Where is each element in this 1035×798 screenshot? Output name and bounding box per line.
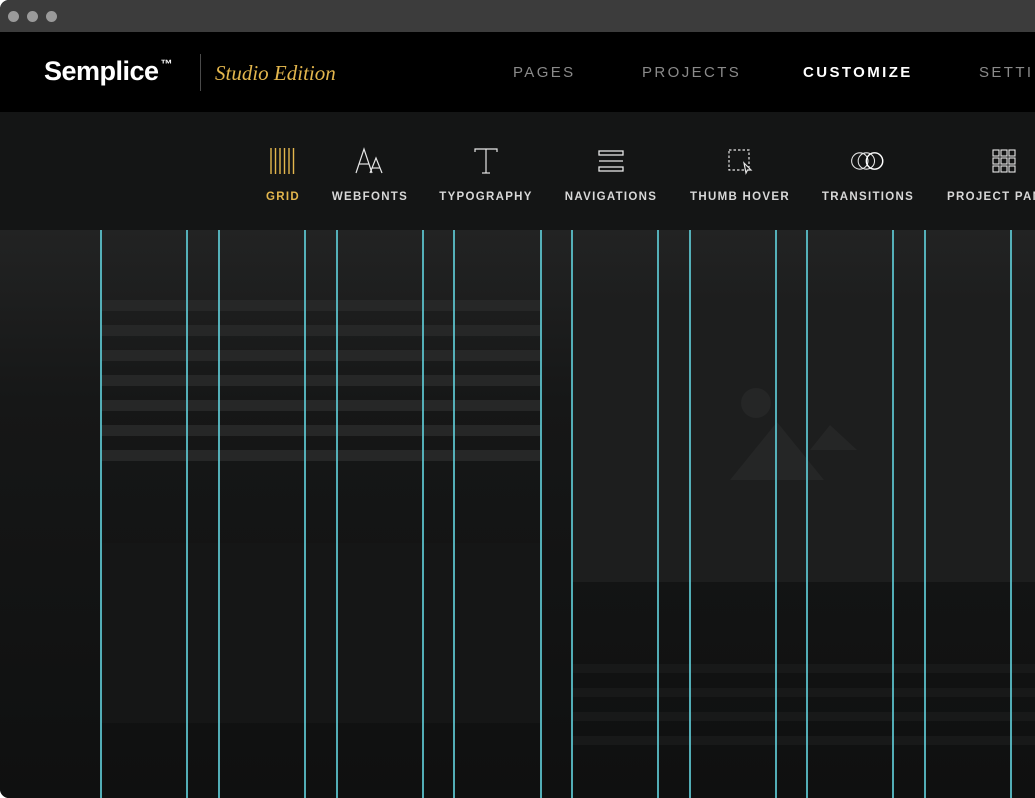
tool-label: PROJECT PAN xyxy=(947,191,1035,203)
placeholder-text-line xyxy=(572,664,1035,673)
grid-column-guide xyxy=(806,230,808,798)
placeholder-text-line xyxy=(101,425,541,436)
navigations-icon xyxy=(593,145,629,177)
grid-column-guide xyxy=(422,230,424,798)
window-titlebar xyxy=(0,0,1035,32)
thumb-hover-icon xyxy=(722,145,758,177)
grid-column-guide xyxy=(924,230,926,798)
brand-name: Semplice xyxy=(44,56,159,86)
tool-typography[interactable]: TYPOGRAPHY xyxy=(439,112,533,230)
placeholder-image xyxy=(101,543,541,723)
tool-label: THUMB HOVER xyxy=(690,191,790,203)
top-navigation-bar: Semplice ™ Studio Edition PAGES PROJECTS … xyxy=(0,32,1035,112)
grid-column-guide xyxy=(304,230,306,798)
nav-item-settings[interactable]: SETTI xyxy=(979,64,1034,81)
grid-column-guide xyxy=(1010,230,1012,798)
placeholder-image xyxy=(572,300,1035,582)
tool-transitions[interactable]: TRANSITIONS xyxy=(821,112,915,230)
placeholder-text-line xyxy=(101,325,541,336)
placeholder-text-line xyxy=(101,375,541,386)
grid-preview-canvas xyxy=(0,230,1035,798)
tool-thumb-hover[interactable]: THUMB HOVER xyxy=(689,112,791,230)
tool-webfonts[interactable]: WEBFONTS xyxy=(330,112,410,230)
placeholder-text-line xyxy=(572,736,1035,745)
placeholder-text-line xyxy=(101,450,541,461)
grid-column-guide xyxy=(218,230,220,798)
tool-grid[interactable]: GRID xyxy=(251,112,315,230)
webfonts-icon xyxy=(352,145,388,177)
customize-toolbar: GRID WEBFONTS TYPOGRAPHY NAVIGATIONS THU… xyxy=(0,112,1035,230)
typography-icon xyxy=(468,145,504,177)
tool-project-panel[interactable]: PROJECT PAN xyxy=(944,112,1035,230)
tool-label: GRID xyxy=(266,191,300,203)
tool-navigations[interactable]: NAVIGATIONS xyxy=(563,112,659,230)
grid-column-guide xyxy=(689,230,691,798)
placeholder-text-line xyxy=(101,350,541,361)
placeholder-text-line xyxy=(101,400,541,411)
placeholder-text-line xyxy=(572,712,1035,721)
brand-logo[interactable]: Semplice ™ xyxy=(44,56,173,87)
nav-item-projects[interactable]: PROJECTS xyxy=(642,64,741,81)
logo-divider xyxy=(200,54,201,91)
trademark-symbol: ™ xyxy=(160,57,173,71)
transitions-icon xyxy=(850,145,886,177)
grid-icon xyxy=(265,145,301,177)
image-placeholder-icon xyxy=(730,388,857,480)
placeholder-text-line xyxy=(572,688,1035,697)
grid-column-guide xyxy=(657,230,659,798)
placeholder-text-line xyxy=(101,300,541,311)
tool-label: TYPOGRAPHY xyxy=(439,191,533,203)
edition-label: Studio Edition xyxy=(215,61,336,85)
tool-label: TRANSITIONS xyxy=(821,191,915,203)
grid-column-guide xyxy=(892,230,894,798)
nav-item-customize[interactable]: CUSTOMIZE xyxy=(803,64,913,81)
window-minimize-button[interactable] xyxy=(27,11,38,22)
grid-column-guide xyxy=(775,230,777,798)
browser-window: Semplice ™ Studio Edition PAGES PROJECTS … xyxy=(0,0,1035,798)
tool-label: WEBFONTS xyxy=(331,191,409,203)
window-close-button[interactable] xyxy=(8,11,19,22)
grid-column-guide xyxy=(336,230,338,798)
grid-column-guide xyxy=(453,230,455,798)
project-panel-icon xyxy=(986,145,1022,177)
grid-column-guide xyxy=(186,230,188,798)
grid-column-guide xyxy=(571,230,573,798)
tool-label: NAVIGATIONS xyxy=(564,191,658,203)
grid-column-guide xyxy=(100,230,102,798)
nav-item-pages[interactable]: PAGES xyxy=(513,64,576,81)
window-maximize-button[interactable] xyxy=(46,11,57,22)
grid-column-guide xyxy=(540,230,542,798)
